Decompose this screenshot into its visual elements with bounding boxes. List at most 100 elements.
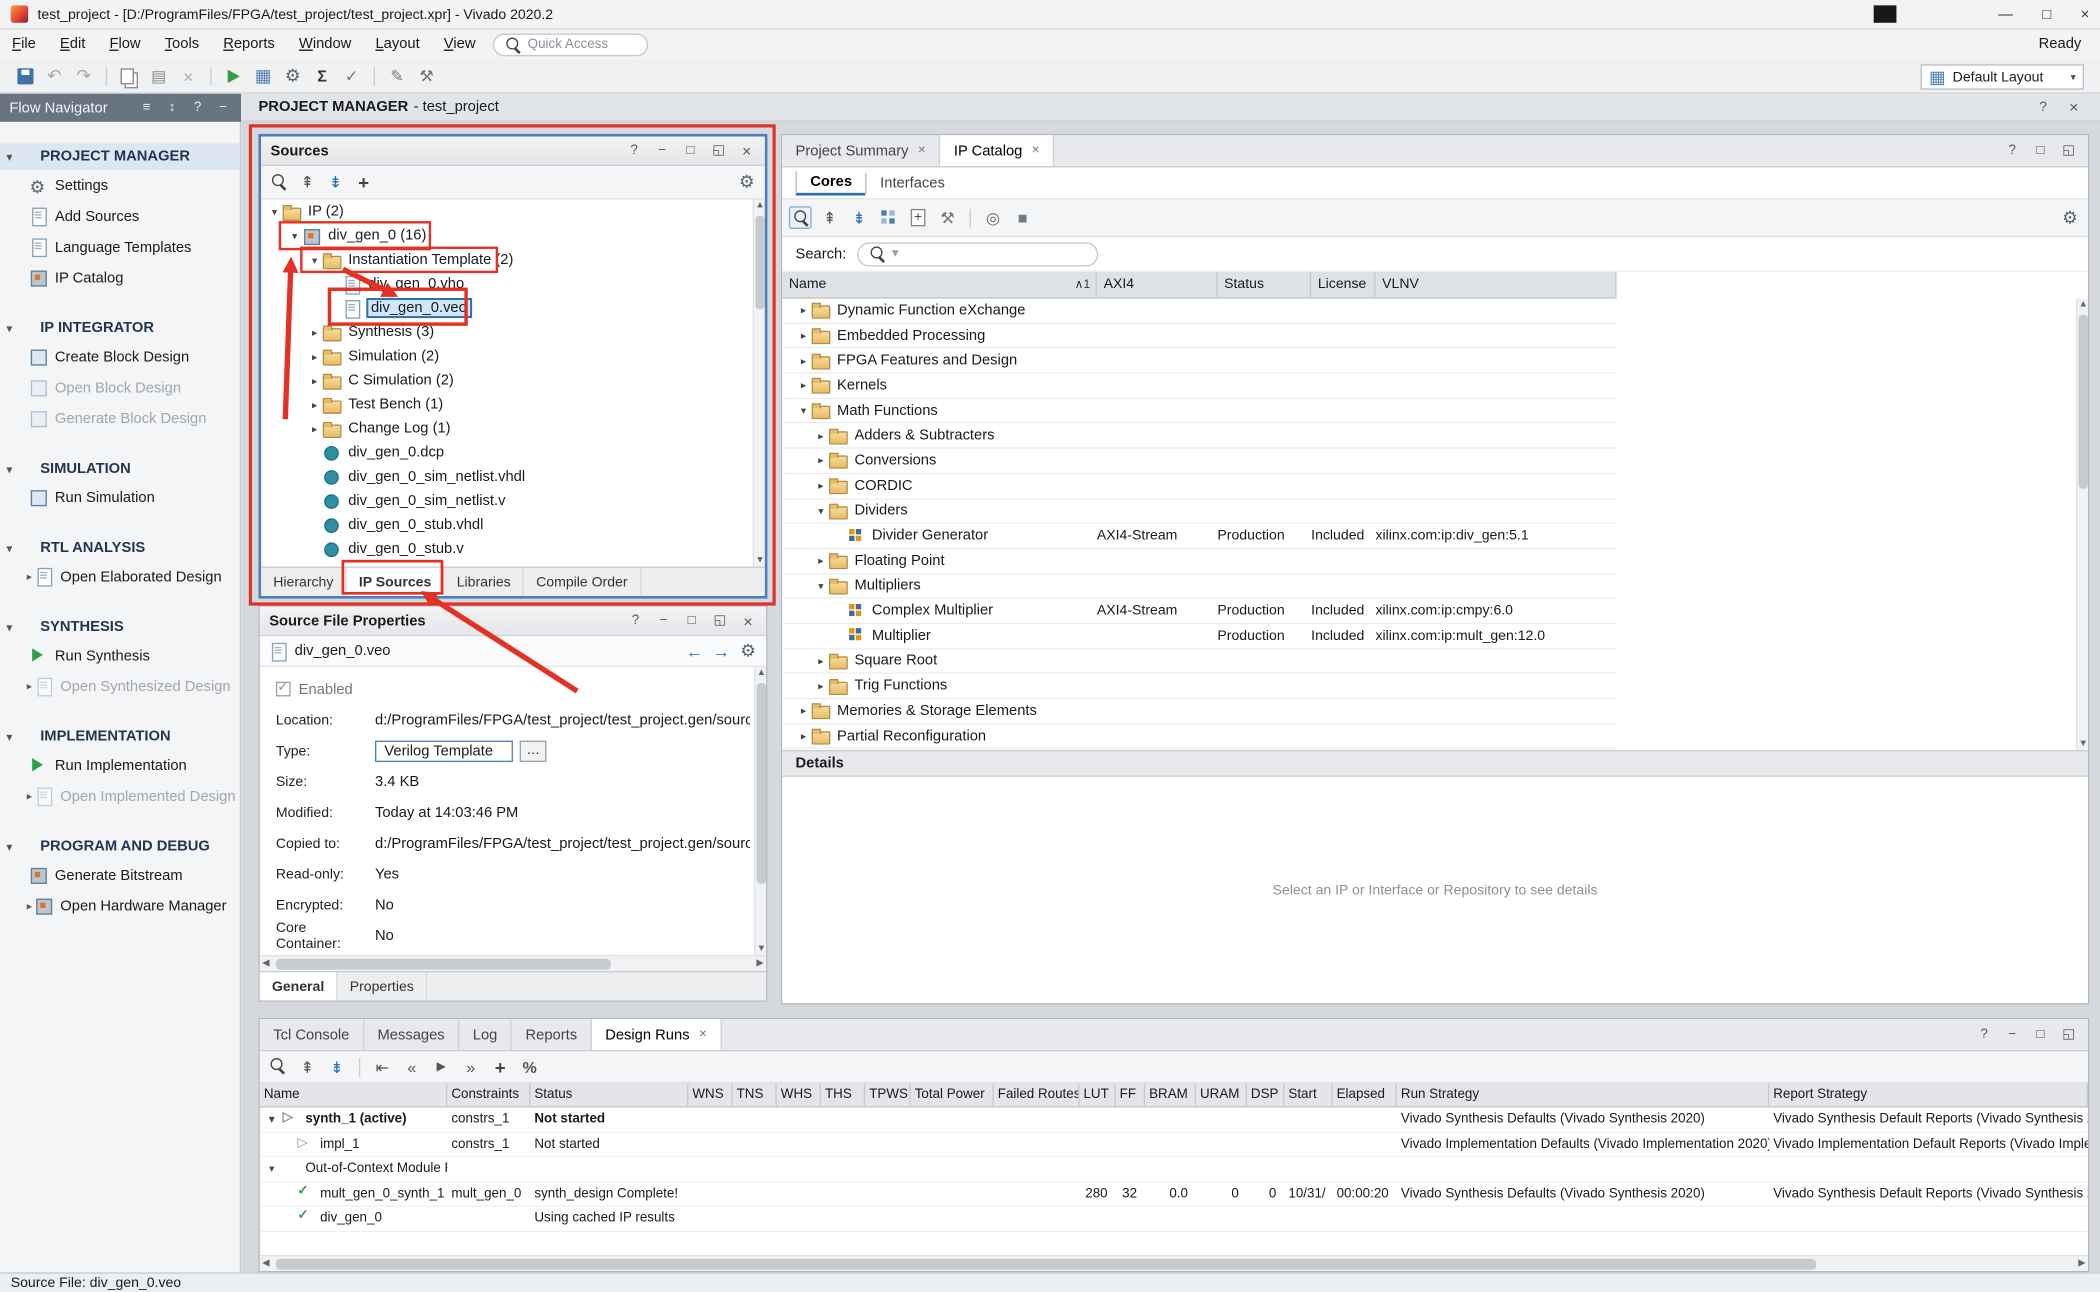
menu-item[interactable]: Edit bbox=[48, 29, 98, 60]
tree-row[interactable]: div_gen_0_sim_netlist.v bbox=[261, 489, 765, 513]
panel-header-icon[interactable] bbox=[738, 142, 755, 159]
settings-gear-icon[interactable] bbox=[2058, 206, 2081, 229]
catalog-row[interactable]: ▸ Memories & Storage Elements bbox=[782, 699, 1616, 724]
column-header[interactable]: LUT bbox=[1079, 1083, 1115, 1106]
panel-header-icon[interactable] bbox=[654, 142, 671, 159]
menu-item[interactable]: Flow bbox=[97, 29, 152, 60]
column-header[interactable]: DSP bbox=[1247, 1083, 1285, 1106]
expander-icon[interactable]: ▸ bbox=[796, 304, 812, 316]
horizontal-scrollbar[interactable]: ◀ ▶ bbox=[260, 1255, 2088, 1271]
panel-header-icon[interactable] bbox=[2060, 1026, 2077, 1043]
toolbar-icon[interactable] bbox=[252, 65, 275, 88]
flow-nav-item[interactable]: Language Templates bbox=[0, 232, 240, 263]
scroll-right-icon[interactable]: ▶ bbox=[2076, 1258, 2088, 1270]
flow-nav-item[interactable]: Open Block Design bbox=[0, 372, 240, 403]
panel-header-icon[interactable] bbox=[2004, 1026, 2021, 1043]
console-tab[interactable]: Messages bbox=[364, 1019, 459, 1050]
flow-nav-item[interactable]: ▸ Open Elaborated Design bbox=[0, 561, 240, 592]
tree-row[interactable]: ▸ Synthesis (3) bbox=[261, 320, 765, 344]
expander-icon[interactable]: ▸ bbox=[813, 680, 829, 692]
toolbar-icon[interactable] bbox=[210, 67, 211, 86]
column-header[interactable]: Name bbox=[260, 1083, 448, 1106]
panel-header-icon[interactable] bbox=[2032, 142, 2049, 159]
quick-access-search[interactable]: Quick Access bbox=[493, 33, 648, 56]
panel-header-icon[interactable] bbox=[739, 612, 756, 629]
expander-icon[interactable]: ▸ bbox=[813, 455, 829, 467]
scroll-left-icon[interactable]: ◀ bbox=[260, 958, 272, 970]
toolbar-icon[interactable] bbox=[518, 1055, 541, 1078]
design-run-row[interactable]: ▾ synth_1 (active) constrs_1 Not started bbox=[260, 1108, 2088, 1133]
column-header[interactable]: Status bbox=[1217, 272, 1311, 297]
scroll-down-icon[interactable]: ▼ bbox=[754, 554, 765, 566]
flow-nav-item[interactable]: ▾ IMPLEMENTATION bbox=[0, 723, 240, 750]
expander-icon[interactable]: ▾ bbox=[813, 580, 829, 592]
menu-item[interactable]: View bbox=[432, 29, 488, 60]
toolbar-icon[interactable] bbox=[359, 1057, 360, 1076]
column-header[interactable]: WHS bbox=[777, 1083, 821, 1106]
expander-icon[interactable]: ▸ bbox=[796, 355, 812, 367]
console-tab[interactable]: Log bbox=[459, 1019, 512, 1050]
flow-nav-item[interactable]: IP Catalog bbox=[0, 263, 240, 294]
menu-item[interactable]: Layout bbox=[363, 29, 431, 60]
design-run-row[interactable]: ▾ Out-of-Context Module Runs bbox=[260, 1157, 2088, 1182]
scrollbar-thumb[interactable] bbox=[276, 1259, 1816, 1270]
column-header[interactable]: Status bbox=[530, 1083, 688, 1106]
expander-icon[interactable]: ▸ bbox=[813, 430, 829, 442]
toolbar-icon[interactable] bbox=[374, 67, 375, 86]
design-run-row[interactable]: div_gen_0 Using cached IP results bbox=[260, 1207, 2088, 1232]
panel-header-icon[interactable] bbox=[2032, 1026, 2049, 1043]
design-run-row[interactable]: impl_1 constrs_1 Not started bbox=[260, 1132, 2088, 1157]
toolbar-icon[interactable] bbox=[818, 206, 841, 229]
tree-row[interactable]: div_gen_0.veo bbox=[261, 296, 765, 320]
catalog-row[interactable]: Multiplier Production Included xilinx.co… bbox=[782, 624, 1616, 649]
toolbar-icon[interactable] bbox=[324, 171, 347, 194]
toolbar-icon[interactable] bbox=[72, 65, 95, 88]
toolbar-icon[interactable] bbox=[970, 208, 971, 227]
tree-row[interactable]: div_gen_0_sim_netlist.vhdl bbox=[261, 465, 765, 489]
toolbar-icon[interactable] bbox=[147, 65, 170, 88]
property-value[interactable]: Yes bbox=[375, 866, 399, 882]
panel-header-icon[interactable] bbox=[214, 99, 231, 116]
toolbar-icon[interactable] bbox=[13, 65, 36, 88]
close-button[interactable]: × bbox=[2081, 6, 2090, 22]
toolbar-icon[interactable] bbox=[325, 1055, 348, 1078]
close-tab-icon[interactable]: × bbox=[918, 143, 926, 158]
scroll-up-icon[interactable]: ▲ bbox=[2077, 299, 2088, 311]
tree-row[interactable]: div_gen_0_stub.v bbox=[261, 537, 765, 561]
panel-header-icon[interactable] bbox=[655, 612, 672, 629]
expander-icon[interactable]: ▾ bbox=[264, 1113, 280, 1125]
toolbar-icon[interactable] bbox=[1011, 206, 1034, 229]
panel-header-icon[interactable] bbox=[2060, 142, 2077, 159]
catalog-row[interactable]: Divider Generator AXI4-Stream Production… bbox=[782, 524, 1616, 549]
sfp-panel-header[interactable]: Source File Properties bbox=[260, 607, 766, 636]
column-header[interactable]: Constraints bbox=[447, 1083, 530, 1106]
panel-header-icon[interactable] bbox=[163, 99, 180, 116]
toolbar-icon[interactable] bbox=[848, 206, 871, 229]
scrollbar-thumb[interactable] bbox=[757, 683, 766, 884]
catalog-subtab[interactable]: Cores bbox=[796, 171, 866, 195]
column-header[interactable]: Report Strategy bbox=[1769, 1083, 2088, 1106]
toolbar-icon[interactable] bbox=[340, 65, 363, 88]
column-header[interactable]: License bbox=[1311, 272, 1375, 297]
panel-header-icon[interactable] bbox=[2065, 98, 2082, 115]
flow-nav-item[interactable]: ▸ Open Hardware Manager bbox=[0, 891, 240, 922]
column-header[interactable]: Start bbox=[1284, 1083, 1332, 1106]
vertical-scrollbar[interactable]: ▲ ▼ bbox=[2076, 299, 2088, 750]
catalog-row[interactable]: ▸ Embedded Processing bbox=[782, 324, 1616, 349]
toolbar-icon[interactable] bbox=[489, 1055, 512, 1078]
flow-nav-item[interactable]: ▾ RTL ANALYSIS bbox=[0, 534, 240, 561]
tree-row[interactable]: div_gen_0_stub.vhdl bbox=[261, 513, 765, 537]
console-tab[interactable]: Reports bbox=[512, 1019, 592, 1050]
scroll-up-icon[interactable]: ▲ bbox=[755, 667, 766, 679]
catalog-row[interactable]: Complex Multiplier AXI4-Stream Productio… bbox=[782, 599, 1616, 624]
menu-item[interactable]: Window bbox=[287, 29, 364, 60]
expander-icon[interactable]: ▾ bbox=[287, 230, 303, 242]
column-header[interactable]: Failed Routes bbox=[994, 1083, 1080, 1106]
maximize-button[interactable]: □ bbox=[2042, 6, 2051, 22]
tree-row[interactable]: ▸ Test Bench (1) bbox=[261, 392, 765, 416]
panel-header-icon[interactable] bbox=[2004, 142, 2021, 159]
minimize-button[interactable]: — bbox=[1998, 6, 2013, 22]
expander-icon[interactable]: ▸ bbox=[796, 705, 812, 717]
column-header[interactable]: Run Strategy bbox=[1397, 1083, 1769, 1106]
column-header[interactable]: VLNV bbox=[1375, 272, 1616, 297]
